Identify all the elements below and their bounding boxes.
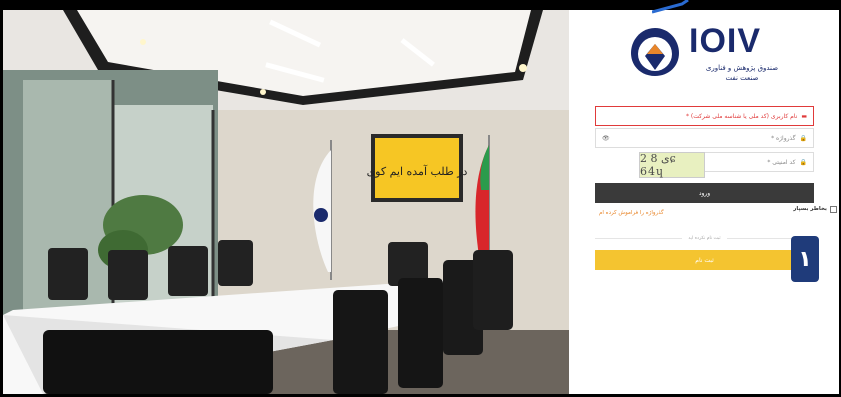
login-button[interactable]: ورود [595,183,814,203]
ioiv-logo-icon [631,28,679,76]
calligraphy-text: در طلب آمده ایم کوی [367,165,468,178]
captcha-placeholder: کد امنیتی * [767,158,796,166]
password-placeholder: گذرواژه * [771,134,796,142]
register-button-label: ثبت نام [695,256,714,264]
captcha-field[interactable]: 🔒 کد امنیتی * ی 8 2ɕ 64ɥ [595,152,814,178]
register-button[interactable]: ثبت نام [595,250,814,270]
brand-title: IOIV [689,22,762,60]
id-card-icon: ▬ [801,112,807,120]
remember-me-checkbox[interactable] [830,206,837,213]
remember-me-label: بخاطر بسپار [793,206,827,212]
step-badge-number: ۱ [798,246,812,272]
brand-subtitle-2: صنعت نفت [725,74,759,82]
meeting-room-photo: در طلب آمده ایم کوی [3,10,569,394]
forgot-password-link[interactable]: گذرواژه را فراموش کرده ام [599,210,664,216]
captcha-input[interactable]: 🔒 کد امنیتی * [704,152,814,172]
captcha-image: ی 8 2ɕ 64ɥ [639,152,705,178]
captcha-text: ی 8 2ɕ 64ɥ [640,152,677,178]
meeting-room-illustration: در طلب آمده ایم کوی [3,10,569,394]
password-field[interactable]: 🔒 گذرواژه * 👁 [595,128,814,148]
lock-icon: 🔒 [799,134,807,142]
brand-logo [625,22,685,82]
pointer-arrow-icon [652,0,689,14]
brand-subtitle-1: صندوق پژوهش و فناوری [705,64,779,72]
register-hint-text: ثبت نام نکرده اید [688,235,721,241]
login-panel: IOIV صندوق پژوهش و فناوری صنعت نفت ▬ نام… [569,10,839,394]
login-button-label: ورود [698,189,711,197]
divider-line [595,237,683,239]
app-window: در طلب آمده ایم کوی IOIV صندوق پژوهش و ف… [3,10,839,394]
lock-icon: 🔒 [799,158,807,166]
step-badge: ۱ [791,236,819,282]
username-placeholder: نام کاربری (کد ملی یا شناسه ملی شرکت) * [686,112,798,120]
username-field[interactable]: ▬ نام کاربری (کد ملی یا شناسه ملی شرکت) … [595,106,814,126]
register-hint: ثبت نام نکرده اید [595,234,814,242]
show-password-eye-icon[interactable]: 👁 [602,135,610,142]
